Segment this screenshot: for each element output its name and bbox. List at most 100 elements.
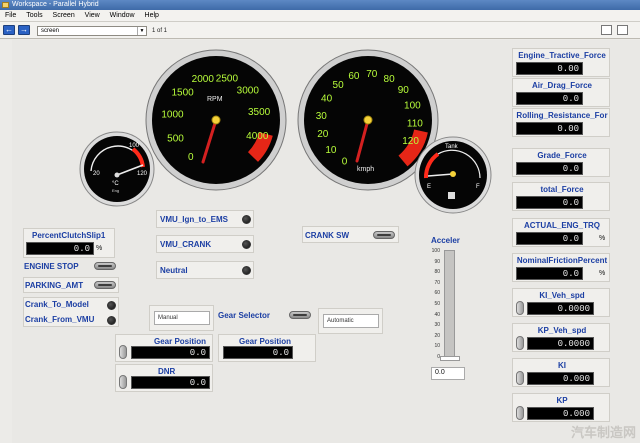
gear-position-1-panel: Gear Position 0.0 (115, 334, 213, 362)
acceler-tick-90: 90 (434, 258, 440, 265)
temp-unit: °C (112, 181, 119, 187)
actual-eng-trq-value: 0.0 (516, 232, 583, 245)
menu-view[interactable]: View (85, 10, 100, 22)
crank-to-model-led (107, 301, 116, 310)
vmu-ign-label: VMU_Ign_to_EMS (160, 215, 229, 224)
speed-tick-100: 100 (404, 101, 421, 112)
rpm-unit-label: RPM (207, 96, 223, 103)
table-view-icon[interactable] (617, 25, 628, 35)
grade-force-label: Grade_Force (537, 151, 587, 160)
forward-arrow-icon[interactable]: → (18, 25, 30, 35)
speed-tick-30: 30 (316, 111, 328, 122)
crank-sw-panel: CRANK SW (302, 226, 399, 243)
acceler-slider-handle[interactable] (440, 356, 460, 361)
automatic-field[interactable]: Automatic (323, 314, 379, 328)
manual-panel: Manual (149, 305, 214, 331)
menu-window[interactable]: Window (110, 10, 135, 22)
acceler-tick-60: 60 (434, 290, 440, 297)
chevron-down-icon[interactable]: ▼ (137, 27, 146, 35)
title-bar: Workspace - Parallel Hybrid (0, 0, 640, 10)
tank-label: Tank (445, 144, 459, 150)
dnr-stepper[interactable] (119, 375, 127, 389)
vmu-crank-panel: VMU_CRANK (156, 235, 254, 253)
kp-veh-spd-stepper[interactable] (516, 336, 524, 350)
crank-panel: Crank_To_Model Crank_From_VMU (23, 297, 119, 327)
actual-eng-trq-unit: % (599, 235, 606, 242)
ign-panel: VMU_Ign_to_EMS (156, 210, 254, 228)
rpm-tick-1500: 1500 (171, 87, 194, 98)
workspace-canvas: 20 100 120 °C Eng 0 500 1000 1500 2000 2500 30… (12, 40, 640, 443)
ki-stepper[interactable] (516, 371, 524, 385)
crank-to-model-label: Crank_To_Model (25, 300, 89, 309)
neutral-panel: Neutral (156, 261, 254, 279)
ki-veh-spd-stepper[interactable] (516, 301, 524, 315)
menu-help[interactable]: Help (145, 10, 159, 22)
speed-tick-90: 90 (398, 85, 410, 96)
total-force-panel: total_Force 0.0 (512, 182, 610, 211)
clutch-slip-value: 0.0 (26, 242, 94, 255)
menu-screen[interactable]: Screen (53, 10, 75, 22)
back-arrow-icon[interactable]: ← (3, 25, 15, 35)
crank-sw-switch[interactable] (373, 231, 395, 239)
gear-position-1-stepper[interactable] (119, 345, 127, 359)
acceler-tick-50: 50 (434, 301, 440, 307)
temp-tick-100: 100 (129, 143, 140, 149)
dnr-label: DNR (158, 367, 176, 376)
temp-sub-label: Eng (112, 188, 119, 193)
rpm-tick-500: 500 (167, 133, 184, 144)
automatic-panel: Automatic (318, 308, 383, 334)
speed-tick-60: 60 (348, 71, 360, 82)
parking-amt-switch[interactable] (94, 281, 116, 289)
kp-label: KP (556, 396, 568, 405)
rpm-tick-4000: 4000 (246, 131, 269, 142)
engine-tractive-force-value: 0.00 (516, 62, 583, 75)
air-drag-force-panel: Air_Drag_Force 0.0 (512, 78, 610, 107)
toolbar: ← → screen ▼ 1 of 1 (0, 22, 640, 39)
menu-file[interactable]: File (5, 10, 16, 22)
clutch-slip-unit: % (96, 245, 103, 252)
gear-position-1-value: 0.0 (131, 346, 210, 359)
rpm-gauge: 0 500 1000 1500 2000 2500 3000 3500 4000 RPM (145, 49, 287, 191)
ki-veh-spd-label: KI_Veh_spd (539, 291, 585, 300)
speed-tick-70: 70 (366, 69, 378, 80)
menu-tools[interactable]: Tools (26, 10, 42, 22)
manual-field[interactable]: Manual (154, 311, 210, 325)
menu-bar: File Tools Screen View Window Help (0, 10, 640, 22)
gear-selector-switch[interactable] (289, 311, 311, 319)
actual-eng-trq-panel: ACTUAL_ENG_TRQ 0.0% (512, 218, 610, 247)
grade-force-value: 0.0 (516, 162, 583, 175)
actual-eng-trq-label: ACTUAL_ENG_TRQ (523, 221, 600, 230)
speed-tick-110: 110 (407, 118, 423, 129)
acceler-tick-70: 70 (434, 279, 440, 286)
rpm-tick-0: 0 (188, 152, 194, 163)
nominalfrictionpercent-unit: % (599, 270, 606, 277)
speed-unit-label: kmph (357, 166, 374, 173)
watermark: 汽车制造网 (570, 425, 636, 440)
screen-select[interactable]: screen ▼ (37, 26, 147, 36)
rpm-tick-3000: 3000 (237, 86, 260, 97)
acceler-label: Acceler (431, 236, 460, 245)
temp-tick-20: 20 (93, 171, 100, 177)
neutral-led (242, 266, 251, 275)
tank-tick-e: E (427, 184, 431, 190)
acceler-value[interactable]: 0.0 (431, 367, 465, 380)
vmu-crank-led (242, 240, 251, 249)
fuel-pump-icon (448, 192, 455, 199)
rpm-tick-3500: 3500 (248, 107, 271, 118)
tank-gauge: Tank E F (414, 136, 492, 214)
tank-tick-f: F (476, 184, 480, 190)
speed-tick-0: 0 (342, 157, 348, 168)
kp-stepper[interactable] (516, 406, 524, 420)
engine-tractive-force-label: Engine_Tractive_Force (518, 51, 606, 60)
rolling-resistance-for-label: Rolling_Resistance_For (516, 111, 608, 120)
grid-view-icon[interactable] (601, 25, 612, 35)
gear-position-2-panel: Gear Position 0.0 (218, 334, 316, 362)
acceler-tick-20: 20 (434, 332, 440, 339)
acceler-slider[interactable] (444, 250, 455, 358)
total-force-value: 0.0 (516, 196, 583, 209)
kp-veh-spd-panel: KP_Veh_spd 0.0000 (512, 323, 610, 352)
acceler-tick-40: 40 (434, 311, 440, 318)
ki-veh-spd-value: 0.0000 (527, 302, 594, 315)
vmu-ign-led (242, 215, 251, 224)
engine-stop-switch[interactable] (94, 262, 116, 270)
